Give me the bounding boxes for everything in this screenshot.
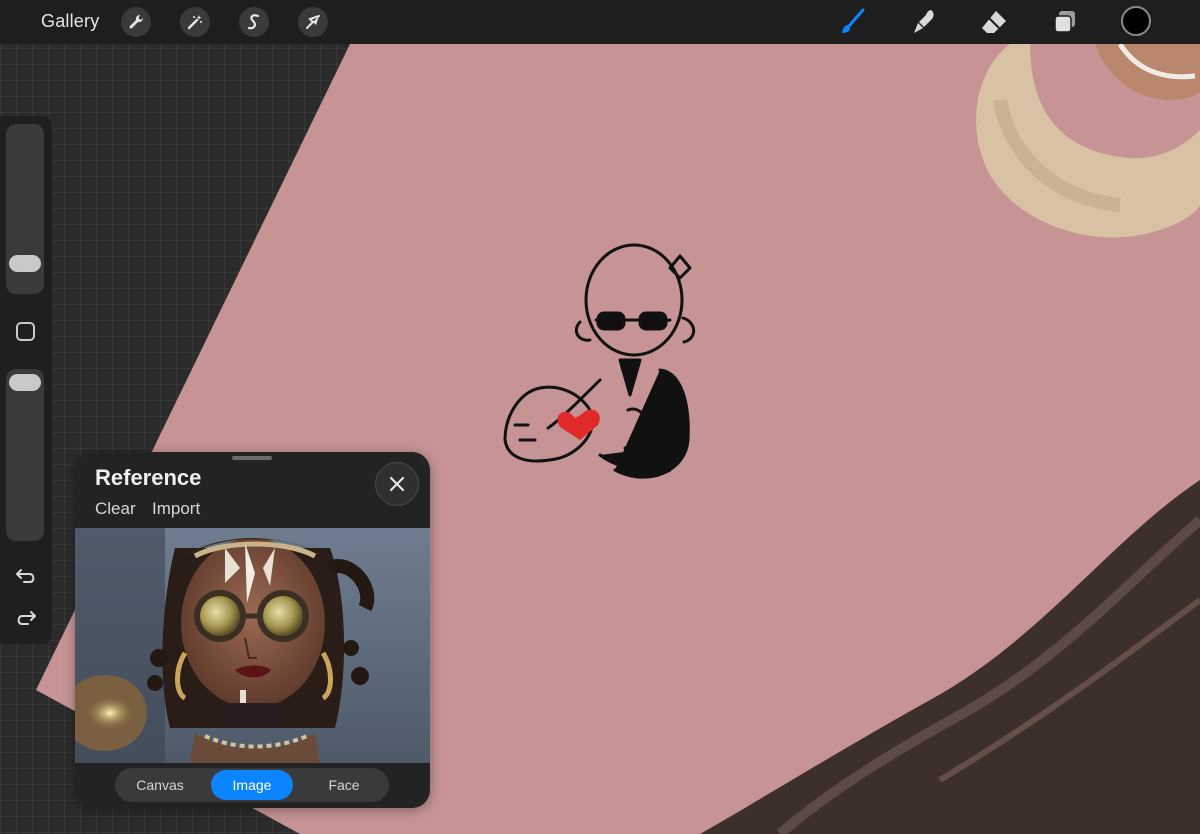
opacity-thumb[interactable]	[9, 374, 41, 391]
square-modifier-icon[interactable]	[16, 322, 35, 341]
brush-size-thumb[interactable]	[9, 255, 41, 272]
adjustments-button[interactable]	[180, 7, 210, 37]
opacity-slider[interactable]	[6, 369, 44, 541]
selection-s-icon	[247, 14, 260, 30]
layers-button[interactable]	[1049, 6, 1081, 38]
undo-icon[interactable]	[14, 564, 38, 588]
redo-icon[interactable]	[14, 606, 38, 630]
top-toolbar: Gallery	[0, 0, 1200, 44]
reference-panel: Reference Clear Import Canvas Image Face	[75, 452, 430, 808]
left-sidebar	[0, 116, 52, 644]
tab-image[interactable]: Image	[211, 770, 293, 800]
reference-image[interactable]	[75, 528, 430, 763]
paint-button[interactable]	[836, 6, 868, 38]
close-icon	[389, 476, 405, 492]
clear-button[interactable]: Clear	[95, 499, 136, 519]
close-button[interactable]	[375, 462, 419, 506]
transform-button[interactable]	[298, 7, 328, 37]
wrench-icon	[129, 14, 144, 29]
tab-canvas[interactable]: Canvas	[121, 770, 199, 800]
panel-title: Reference	[95, 465, 202, 490]
brush-size-slider[interactable]	[6, 124, 44, 294]
procreate-workspace: Gallery Reference Clear Import Canvas Im…	[0, 0, 1200, 834]
layers-icon	[1054, 11, 1075, 33]
eraser-icon	[982, 11, 1006, 33]
smudge-icon	[914, 10, 934, 33]
import-button[interactable]: Import	[152, 499, 200, 519]
color-picker-button[interactable]	[1121, 6, 1151, 36]
tab-face[interactable]: Face	[305, 770, 383, 800]
panel-drag-handle[interactable]	[232, 456, 272, 460]
smudge-button[interactable]	[908, 6, 940, 38]
actions-button[interactable]	[121, 7, 151, 37]
arrow-cursor-icon	[306, 15, 320, 29]
reference-mode-selector: Canvas Image Face	[115, 768, 389, 802]
brush-icon	[842, 8, 865, 33]
eraser-button[interactable]	[978, 6, 1010, 38]
magic-wand-icon	[187, 15, 202, 30]
selection-button[interactable]	[239, 7, 269, 37]
gallery-button[interactable]: Gallery	[41, 11, 99, 32]
